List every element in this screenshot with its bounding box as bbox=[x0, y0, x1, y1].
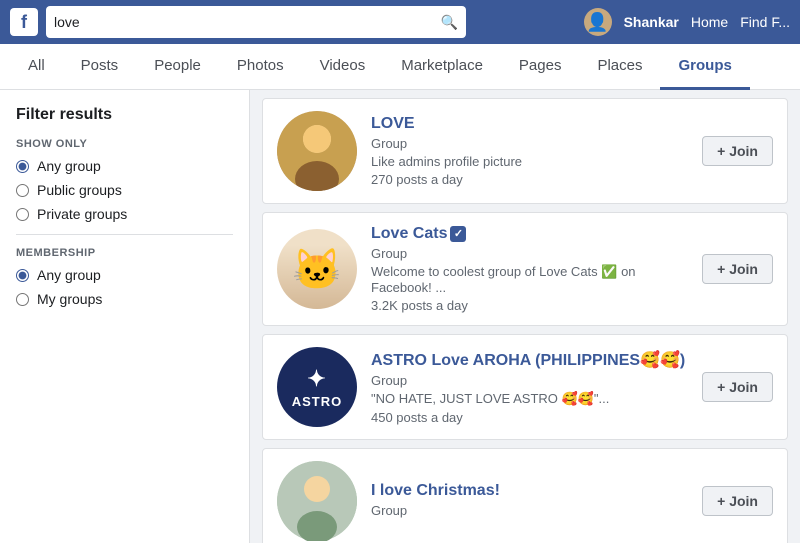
astro-label: ASTRO bbox=[292, 394, 343, 409]
membership-my[interactable]: My groups bbox=[16, 291, 233, 307]
main-layout: Filter results SHOW ONLY Any group Publi… bbox=[0, 90, 800, 543]
search-icon[interactable]: 🔍 bbox=[441, 14, 458, 31]
avatar: 👤 bbox=[584, 8, 612, 36]
filter-any-group-label: Any group bbox=[37, 158, 101, 174]
tab-posts[interactable]: Posts bbox=[63, 44, 137, 90]
user-name: Shankar bbox=[624, 14, 679, 30]
membership-any-label: Any group bbox=[37, 267, 101, 283]
verified-badge: ✓ bbox=[450, 226, 466, 242]
result-name-christmas: I love Christmas! bbox=[371, 482, 688, 500]
result-posts-astro: 450 posts a day bbox=[371, 410, 688, 425]
tab-places[interactable]: Places bbox=[579, 44, 660, 90]
result-name-astro: ASTRO Love AROHA (PHILIPPINES🥰🥰) bbox=[371, 350, 688, 370]
result-avatar-love bbox=[277, 111, 357, 191]
filter-private-groups-label: Private groups bbox=[37, 206, 127, 222]
sidebar: Filter results SHOW ONLY Any group Publi… bbox=[0, 90, 250, 543]
result-card-astro: ✦ ASTRO ASTRO Love AROHA (PHILIPPINES🥰🥰)… bbox=[262, 334, 788, 440]
result-desc-cats: Welcome to coolest group of Love Cats ✅ … bbox=[371, 264, 688, 295]
filter-public-groups-label: Public groups bbox=[37, 182, 122, 198]
search-input[interactable] bbox=[54, 14, 435, 30]
sidebar-title: Filter results bbox=[16, 106, 233, 124]
result-type-love: Group bbox=[371, 136, 688, 151]
tab-all[interactable]: All bbox=[10, 44, 63, 90]
person-avatar bbox=[277, 111, 357, 191]
result-desc-love: Like admins profile picture bbox=[371, 154, 688, 169]
result-name-cats: Love Cats✓ bbox=[371, 225, 688, 243]
membership-my-label: My groups bbox=[37, 291, 102, 307]
result-avatar-cats: 🐱 bbox=[277, 229, 357, 309]
tab-photos[interactable]: Photos bbox=[219, 44, 302, 90]
filter-tabs: All Posts People Photos Videos Marketpla… bbox=[0, 44, 800, 90]
tab-people[interactable]: People bbox=[136, 44, 219, 90]
home-link[interactable]: Home bbox=[691, 14, 728, 30]
result-name-love: LOVE bbox=[371, 115, 688, 133]
result-avatar-christmas bbox=[277, 461, 357, 541]
astro-star-icon: ✦ bbox=[307, 366, 326, 392]
search-box: 🔍 bbox=[46, 6, 466, 38]
join-button-christmas[interactable]: + Join bbox=[702, 486, 773, 516]
topbar-right: 👤 Shankar Home Find F... bbox=[584, 8, 790, 36]
tab-groups[interactable]: Groups bbox=[660, 44, 749, 90]
result-card-love-cats: 🐱 Love Cats✓ Group Welcome to coolest gr… bbox=[262, 212, 788, 326]
result-info-cats: Love Cats✓ Group Welcome to coolest grou… bbox=[371, 225, 688, 313]
join-button-love[interactable]: + Join bbox=[702, 136, 773, 166]
result-info-christmas: I love Christmas! Group bbox=[371, 482, 688, 521]
show-only-label: SHOW ONLY bbox=[16, 138, 233, 150]
filter-private-groups[interactable]: Private groups bbox=[16, 206, 233, 222]
result-desc-astro: "NO HATE, JUST LOVE ASTRO 🥰🥰"... bbox=[371, 391, 688, 407]
facebook-logo: f bbox=[10, 8, 38, 36]
result-info-love: LOVE Group Like admins profile picture 2… bbox=[371, 115, 688, 187]
result-card-christmas: I love Christmas! Group + Join bbox=[262, 448, 788, 543]
membership-label: MEMBERSHIP bbox=[16, 247, 233, 259]
join-button-cats[interactable]: + Join bbox=[702, 254, 773, 284]
result-type-christmas: Group bbox=[371, 503, 688, 518]
cat-avatar: 🐱 bbox=[277, 229, 357, 309]
divider bbox=[16, 234, 233, 235]
result-posts-cats: 3.2K posts a day bbox=[371, 298, 688, 313]
topbar: f 🔍 👤 Shankar Home Find F... bbox=[0, 0, 800, 44]
membership-any[interactable]: Any group bbox=[16, 267, 233, 283]
filter-public-groups[interactable]: Public groups bbox=[16, 182, 233, 198]
find-link[interactable]: Find F... bbox=[740, 14, 790, 30]
tab-pages[interactable]: Pages bbox=[501, 44, 580, 90]
result-avatar-astro: ✦ ASTRO bbox=[277, 347, 357, 427]
tab-marketplace[interactable]: Marketplace bbox=[383, 44, 501, 90]
result-type-cats: Group bbox=[371, 246, 688, 261]
results-panel: LOVE Group Like admins profile picture 2… bbox=[250, 90, 800, 543]
tab-videos[interactable]: Videos bbox=[302, 44, 384, 90]
result-info-astro: ASTRO Love AROHA (PHILIPPINES🥰🥰) Group "… bbox=[371, 350, 688, 425]
result-type-astro: Group bbox=[371, 373, 688, 388]
result-card-love: LOVE Group Like admins profile picture 2… bbox=[262, 98, 788, 204]
result-posts-love: 270 posts a day bbox=[371, 172, 688, 187]
join-button-astro[interactable]: + Join bbox=[702, 372, 773, 402]
filter-any-group[interactable]: Any group bbox=[16, 158, 233, 174]
